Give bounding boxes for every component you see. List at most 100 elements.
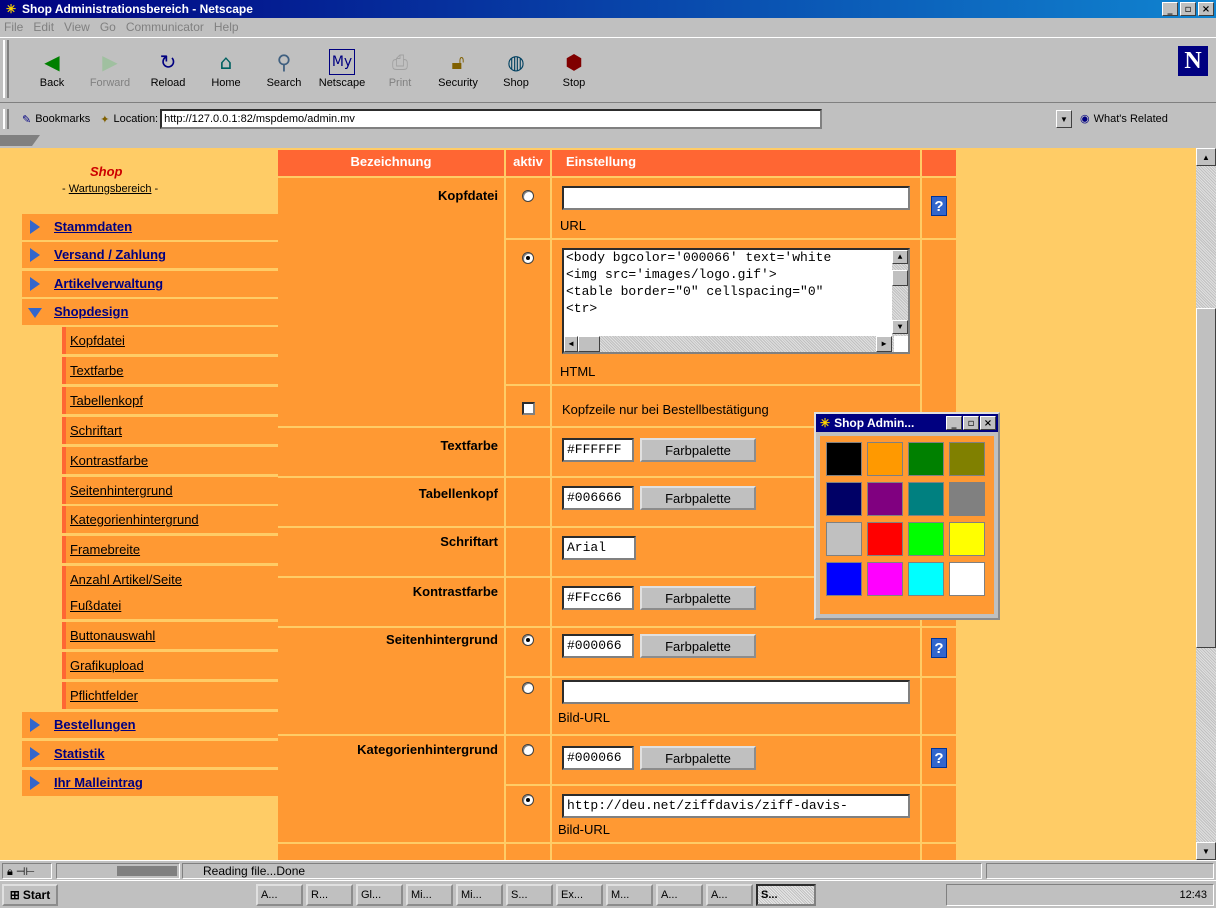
- kategorien-color-radio[interactable]: [522, 744, 534, 756]
- sidebar-item-bestellungen[interactable]: Bestellungen: [22, 712, 278, 738]
- kategorienhintergrund-input[interactable]: #000066: [562, 746, 634, 770]
- kopfdatei-html-textarea[interactable]: <body bgcolor='000066' text='white <img …: [562, 248, 910, 354]
- scroll-down-icon[interactable]: ▼: [1196, 842, 1216, 860]
- taskbar-item[interactable]: A...: [706, 884, 753, 906]
- back-button[interactable]: ◀ Back: [22, 38, 82, 100]
- wartungsbereich-link[interactable]: Wartungsbereich: [69, 183, 152, 195]
- kontrastfarbe-input[interactable]: #FFcc66: [562, 586, 634, 610]
- color-swatch[interactable]: [826, 482, 862, 516]
- scroll-up-icon[interactable]: ▲: [1196, 148, 1216, 166]
- menu-file[interactable]: File: [4, 20, 23, 34]
- tabellenkopf-input[interactable]: #006666: [562, 486, 634, 510]
- kopfdatei-html-radio[interactable]: [522, 252, 534, 264]
- page-scroll-thumb[interactable]: [1196, 308, 1216, 648]
- seitenhintergrund-input[interactable]: #000066: [562, 634, 634, 658]
- color-swatch[interactable]: [908, 522, 944, 556]
- sidebar-item-artikelverwaltung[interactable]: Artikelverwaltung: [22, 271, 278, 297]
- sidebar-item-versand[interactable]: Versand / Zahlung: [22, 242, 278, 268]
- seitenhintergrund-url-radio[interactable]: [522, 682, 534, 694]
- kategorienhintergrund-palette-button[interactable]: Farbpalette: [640, 746, 756, 770]
- color-swatch[interactable]: [908, 562, 944, 596]
- menu-go[interactable]: Go: [100, 20, 116, 34]
- sidebar-item-malleintrag[interactable]: Ihr Malleintrag: [22, 770, 278, 796]
- stop-button[interactable]: ⬢ Stop: [544, 38, 604, 100]
- sidebar-sub-textfarbe[interactable]: Textfarbe: [62, 357, 278, 384]
- sidebar-item-statistik[interactable]: Statistik: [22, 741, 278, 767]
- sidebar-sub-anzahl-artikel[interactable]: Anzahl Artikel/Seite: [62, 566, 278, 593]
- sidebar-sub-kategorienhintergrund[interactable]: Kategorienhintergrund: [62, 506, 278, 533]
- sidebar-sub-fussdatei[interactable]: Fußdatei: [62, 592, 278, 619]
- textfarbe-palette-button[interactable]: Farbpalette: [640, 438, 756, 462]
- reload-button[interactable]: ↻ Reload: [138, 38, 198, 100]
- sidebar-sub-framebreite[interactable]: Framebreite: [62, 536, 278, 563]
- sidebar-sub-pflichtfelder[interactable]: Pflichtfelder: [62, 682, 278, 709]
- seitenhintergrund-color-radio[interactable]: [522, 634, 534, 646]
- security-button[interactable]: 🔓︎ Security: [428, 38, 488, 100]
- sidebar-sub-kopfdatei[interactable]: Kopfdatei: [62, 327, 278, 354]
- textarea-vscrollbar[interactable]: ▲ ▼: [892, 250, 908, 336]
- popup-minimize-button[interactable]: _: [946, 416, 962, 430]
- collapsed-toolbar-tab[interactable]: [0, 133, 1216, 148]
- tabellenkopf-palette-button[interactable]: Farbpalette: [640, 486, 756, 510]
- netscape-logo[interactable]: N: [1178, 46, 1208, 76]
- search-button[interactable]: ⚲ Search: [254, 38, 314, 100]
- menu-communicator[interactable]: Communicator: [126, 20, 204, 34]
- taskbar-item[interactable]: A...: [256, 884, 303, 906]
- taskbar-item-active[interactable]: S...: [756, 884, 816, 906]
- sidebar-sub-kontrastfarbe[interactable]: Kontrastfarbe: [62, 447, 278, 474]
- menu-view[interactable]: View: [64, 20, 90, 34]
- color-swatch[interactable]: [826, 442, 862, 476]
- bookmarks-button[interactable]: ✎ Bookmarks: [22, 113, 90, 126]
- seitenhintergrund-palette-button[interactable]: Farbpalette: [640, 634, 756, 658]
- sidebar-sub-buttonauswahl[interactable]: Buttonauswahl: [62, 622, 278, 649]
- textfarbe-input[interactable]: #FFFFFF: [562, 438, 634, 462]
- whats-related-button[interactable]: ◉ What's Related: [1080, 112, 1168, 125]
- page-vertical-scrollbar[interactable]: ▲ ▼: [1196, 148, 1216, 860]
- minimize-button[interactable]: _: [1162, 2, 1178, 16]
- color-swatch[interactable]: [949, 482, 985, 516]
- kategorien-url-radio[interactable]: [522, 794, 534, 806]
- taskbar-item[interactable]: S...: [506, 884, 553, 906]
- color-swatch[interactable]: [949, 522, 985, 556]
- close-button[interactable]: ×: [1198, 2, 1214, 16]
- color-swatch[interactable]: [867, 522, 903, 556]
- toolbar-grip[interactable]: [3, 40, 9, 98]
- shop-button[interactable]: ◍ Shop: [486, 38, 546, 100]
- start-button[interactable]: ⊞ Start: [2, 884, 58, 906]
- taskbar-item[interactable]: Gl...: [356, 884, 403, 906]
- popup-maximize-button[interactable]: ▫: [963, 416, 979, 430]
- taskbar-item[interactable]: R...: [306, 884, 353, 906]
- url-dropdown-button[interactable]: ▼: [1056, 110, 1072, 128]
- kategorienhintergrund-url-input[interactable]: http://deu.net/ziffdavis/ziff-davis-: [562, 794, 910, 818]
- sidebar-sub-seitenhintergrund[interactable]: Seitenhintergrund: [62, 477, 278, 504]
- sidebar-item-stammdaten[interactable]: Stammdaten: [22, 214, 278, 240]
- sidebar-sub-grafikupload[interactable]: Grafikupload: [62, 652, 278, 679]
- taskbar-item[interactable]: Mi...: [406, 884, 453, 906]
- taskbar-item[interactable]: Ex...: [556, 884, 603, 906]
- seitenhintergrund-url-input[interactable]: [562, 680, 910, 704]
- taskbar-item[interactable]: M...: [606, 884, 653, 906]
- color-swatch[interactable]: [908, 442, 944, 476]
- schriftart-input[interactable]: Arial: [562, 536, 636, 560]
- hscroll-thumb[interactable]: [578, 336, 600, 352]
- menu-help[interactable]: Help: [214, 20, 239, 34]
- popup-close-button[interactable]: ×: [980, 416, 996, 430]
- color-swatch[interactable]: [826, 562, 862, 596]
- textarea-hscrollbar[interactable]: ◀ ▶: [564, 336, 894, 352]
- color-swatch[interactable]: [826, 522, 862, 556]
- taskbar-item[interactable]: A...: [656, 884, 703, 906]
- color-swatch[interactable]: [867, 562, 903, 596]
- location-icon[interactable]: ✦: [100, 113, 109, 126]
- color-swatch[interactable]: [867, 442, 903, 476]
- taskbar-item[interactable]: Mi...: [456, 884, 503, 906]
- location-grip[interactable]: [3, 109, 9, 129]
- help-icon[interactable]: ?: [931, 196, 947, 216]
- color-swatch[interactable]: [908, 482, 944, 516]
- menu-edit[interactable]: Edit: [33, 20, 54, 34]
- sidebar-item-shopdesign[interactable]: Shopdesign: [22, 299, 278, 325]
- help-icon[interactable]: ?: [931, 638, 947, 658]
- scroll-down-icon[interactable]: ▼: [892, 320, 908, 334]
- kopfdatei-url-input[interactable]: [562, 186, 910, 210]
- print-button[interactable]: ⎙ Print: [370, 38, 430, 100]
- kopfzeile-checkbox[interactable]: [522, 402, 535, 415]
